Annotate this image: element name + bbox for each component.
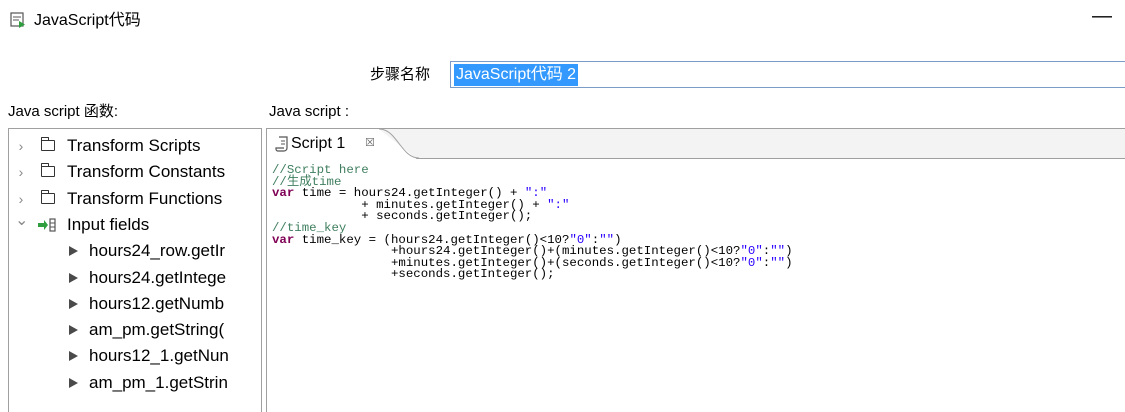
tree-leaf-item[interactable]: hours24.getIntege (9, 265, 261, 291)
tree-folder-item[interactable]: › Transform Scripts (9, 133, 261, 159)
tab-label: Script 1 (291, 135, 346, 152)
step-name-input[interactable]: JavaScript代码 2 (450, 61, 1125, 88)
tree-item-label: Transform Functions (67, 188, 223, 208)
field-triangle-icon (69, 377, 78, 388)
field-triangle-icon (69, 272, 78, 283)
functions-label: Java script 函数: (8, 103, 119, 120)
title-bar: JavaScript代码 — (0, 0, 1125, 44)
javascript-label: Java script : (269, 103, 350, 120)
code-token: ":" (547, 197, 570, 212)
code-line: + seconds.getInteger(); (272, 210, 793, 223)
folder-icon (40, 189, 55, 204)
tree-folder-item[interactable]: ⌄ Input fields (9, 212, 261, 238)
tree-item-label: Transform Scripts (67, 136, 201, 155)
code-editor[interactable]: //Script here//生成time var time = hours24.… (272, 164, 793, 282)
tree-leaf-item[interactable]: hours12.getNumb (9, 291, 261, 317)
tree-item-label: am_pm_1.getStrin (89, 372, 228, 392)
folder-icon (40, 137, 55, 151)
folder-icon (40, 163, 55, 178)
tree-item-label: hours12_1.getNun (89, 346, 229, 366)
code-line: //Script here (272, 164, 793, 177)
code-token: +seconds.getInteger(); (272, 267, 555, 282)
code-token: ) (785, 255, 793, 270)
tree-leaf-item[interactable]: hours24_row.getIr (9, 238, 261, 264)
chevron-right-icon[interactable]: › (15, 186, 27, 212)
step-name-value: JavaScript代码 2 (454, 64, 579, 86)
tree-leaf-item[interactable]: am_pm.getString( (9, 317, 261, 343)
chevron-down-icon[interactable]: ⌄ (15, 212, 28, 238)
window-title: JavaScript代码 (34, 12, 141, 29)
tree-folder-item[interactable]: › Transform Functions (9, 186, 261, 212)
functions-tree[interactable]: › Transform Scripts › Transform Constants › T… (8, 128, 262, 412)
tree-folder-item[interactable]: › Transform Constants (9, 159, 261, 185)
field-triangle-icon (69, 298, 78, 309)
tree-leaf-item[interactable]: hours12_1.getNun (9, 343, 261, 369)
minimize-button[interactable]: — (1090, 2, 1114, 30)
tab-close-icon[interactable]: ☒ (365, 136, 375, 150)
chevron-right-icon[interactable]: › (15, 133, 27, 159)
script-editor-panel: Script 1 ☒ //Script here//生成time var time… (266, 128, 1125, 412)
input-fields-icon (38, 218, 56, 232)
tree-leaf-item[interactable]: am_pm_1.getStrin (9, 370, 261, 396)
code-token: "0" (740, 255, 763, 270)
tab-edge (379, 129, 419, 159)
field-triangle-icon (69, 246, 78, 257)
javascript-step-icon (10, 12, 25, 28)
tree-item-label: hours12.getNumb (89, 293, 225, 313)
tree-item-label: am_pm.getString( (89, 320, 225, 340)
code-line: +seconds.getInteger(); (272, 267, 793, 282)
field-triangle-icon (69, 325, 78, 336)
tree-item-label: hours24_row.getIr (89, 241, 226, 261)
step-name-label: 步骤名称 (370, 66, 431, 83)
tree-item-label: Transform Constants (67, 162, 226, 182)
field-triangle-icon (69, 351, 78, 362)
tree-item-label: hours24.getIntege (89, 267, 227, 287)
code-token: "" (770, 255, 786, 270)
tree-item-label: Input fields (67, 214, 150, 234)
script-icon (275, 136, 288, 152)
chevron-right-icon[interactable]: › (15, 159, 27, 185)
